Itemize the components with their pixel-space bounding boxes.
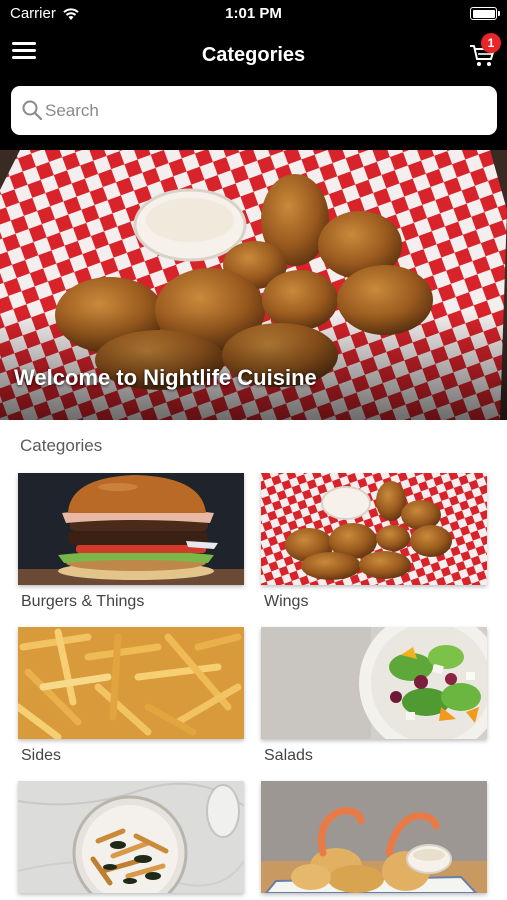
- search-icon: [22, 100, 43, 121]
- navigation-bar: Categories 1: [0, 28, 507, 150]
- app-screen: Carrier 1:01 PM Categories 1 Search Welc…: [0, 0, 507, 900]
- hero-title: Welcome to Nightlife Cuisine: [14, 365, 317, 390]
- category-image-salads: [261, 627, 487, 739]
- cart-count-badge: 1: [481, 33, 501, 53]
- category-label: Wings: [264, 593, 309, 610]
- category-image-burgers: [18, 473, 244, 585]
- category-label: Sides: [21, 747, 62, 764]
- category-image-shrimp: [261, 781, 487, 893]
- page-title: Categories: [201, 44, 306, 66]
- search-input[interactable]: [45, 86, 485, 135]
- category-label: Burgers & Things: [21, 593, 145, 610]
- status-bar: Carrier 1:01 PM: [0, 0, 507, 28]
- category-label: Salads: [264, 747, 313, 764]
- category-image-wings: [261, 473, 487, 585]
- status-time: 1:01 PM: [225, 5, 282, 22]
- battery-icon: [470, 7, 500, 20]
- search-bar[interactable]: [11, 86, 497, 135]
- categories-heading: Categories: [20, 436, 103, 455]
- category-image-pasta: [18, 781, 244, 893]
- category-image-sides: [18, 627, 244, 739]
